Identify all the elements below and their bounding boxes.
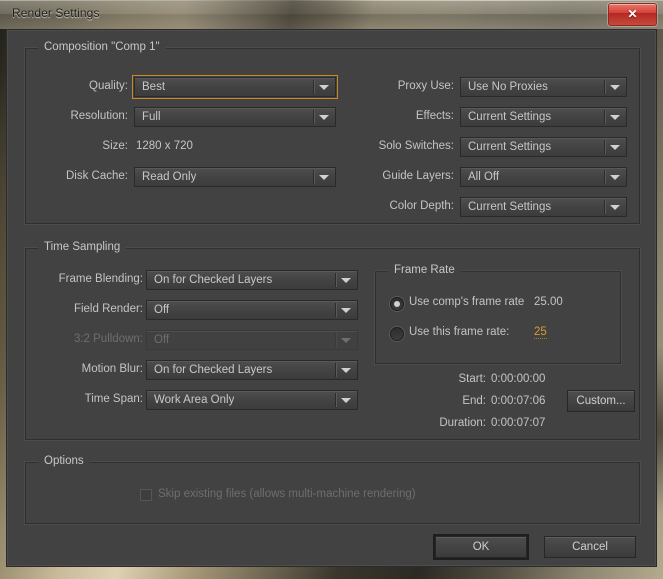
options-group: Options Skip existing files (allows mult…	[25, 455, 640, 524]
ok-button[interactable]: OK	[435, 536, 527, 558]
dropdown-separator	[313, 170, 315, 184]
effects-label: Effects:	[415, 110, 454, 122]
quality-label: Quality:	[89, 80, 128, 92]
motion-blur-dropdown[interactable]: On for Checked Layers	[146, 360, 358, 380]
frame-blending-dropdown[interactable]: On for Checked Layers	[146, 270, 358, 290]
color-depth-label: Color Depth:	[389, 200, 454, 212]
frame-rate-group: Frame Rate Use comp's frame rate 25.00 U…	[375, 264, 621, 364]
options-group-title: Options	[38, 455, 90, 467]
dropdown-separator	[604, 140, 606, 154]
time-sampling-group: Time Sampling Frame Blending: Field Rend…	[25, 241, 640, 440]
size-label: Size:	[102, 140, 128, 152]
pulldown-label: 3:2 Pulldown:	[73, 333, 143, 345]
solo-switches-value: Current Settings	[468, 141, 552, 153]
window-titlebar[interactable]: Render Settings ✕	[0, 0, 663, 29]
chevron-down-icon	[610, 115, 620, 120]
dropdown-separator	[335, 393, 337, 407]
pulldown-value: Off	[154, 334, 170, 346]
color-depth-dropdown[interactable]: Current Settings	[460, 197, 627, 217]
custom-button[interactable]: Custom...	[567, 390, 635, 412]
disk-cache-label: Disk Cache:	[66, 170, 128, 182]
chevron-down-icon	[341, 398, 351, 403]
frame-rate-group-title: Frame Rate	[388, 264, 461, 276]
quality-dropdown[interactable]: Best	[132, 75, 338, 99]
comp-frame-rate-value: 25.00	[534, 296, 563, 308]
chevron-down-icon	[341, 368, 351, 373]
motion-blur-value: On for Checked Layers	[154, 364, 273, 376]
field-render-value: Off	[154, 304, 170, 316]
guide-layers-value: All Off	[468, 171, 500, 183]
window-title: Render Settings	[12, 6, 100, 20]
start-value: 0:00:00:00	[491, 373, 546, 385]
size-value: 1280 x 720	[136, 140, 193, 152]
use-this-frame-rate-label: Use this frame rate:	[409, 326, 510, 338]
use-comp-frame-rate-label: Use comp's frame rate	[409, 296, 525, 308]
time-span-value: Work Area Only	[154, 394, 235, 406]
end-value: 0:00:07:06	[491, 395, 546, 407]
close-button[interactable]: ✕	[608, 3, 657, 26]
use-comp-frame-rate-radio[interactable]	[390, 297, 404, 311]
end-label: End:	[462, 395, 486, 407]
color-depth-value: Current Settings	[468, 201, 552, 213]
chevron-down-icon	[610, 145, 620, 150]
dropdown-separator	[335, 363, 337, 377]
time-span-dropdown[interactable]: Work Area Only	[146, 390, 358, 410]
field-render-dropdown[interactable]: Off	[146, 300, 358, 320]
dropdown-separator	[604, 170, 606, 184]
time-span-label: Time Span:	[84, 393, 143, 405]
use-this-frame-rate-radio[interactable]	[390, 327, 404, 341]
dropdown-separator	[604, 80, 606, 94]
chevron-down-icon	[341, 308, 351, 313]
disk-cache-value: Read Only	[142, 171, 197, 183]
resolution-dropdown[interactable]: Full	[134, 107, 336, 127]
resolution-value: Full	[142, 111, 161, 123]
guide-layers-dropdown[interactable]: All Off	[460, 167, 627, 187]
disk-cache-dropdown[interactable]: Read Only	[134, 167, 336, 187]
frame-blending-value: On for Checked Layers	[154, 274, 273, 286]
proxy-use-dropdown[interactable]: Use No Proxies	[460, 77, 627, 97]
motion-blur-label: Motion Blur:	[81, 363, 143, 375]
dropdown-separator	[604, 110, 606, 124]
dropdown-separator	[335, 273, 337, 287]
chevron-down-icon	[610, 85, 620, 90]
dropdown-separator	[313, 110, 315, 124]
effects-dropdown[interactable]: Current Settings	[460, 107, 627, 127]
dialog-client-area: Composition "Comp 1" Quality: Resolution…	[6, 29, 657, 567]
effects-value: Current Settings	[468, 111, 552, 123]
dropdown-separator	[604, 200, 606, 214]
render-settings-window: Render Settings ✕ Composition "Comp 1" Q…	[0, 0, 663, 573]
dropdown-separator	[335, 303, 337, 317]
solo-switches-label: Solo Switches:	[378, 140, 454, 152]
guide-layers-label: Guide Layers:	[382, 170, 454, 182]
chevron-down-icon	[341, 278, 351, 283]
proxy-use-label: Proxy Use:	[397, 80, 454, 92]
time-sampling-group-title: Time Sampling	[38, 241, 127, 253]
this-frame-rate-input[interactable]: 25	[534, 326, 547, 339]
composition-group-title: Composition "Comp 1"	[38, 41, 166, 53]
quality-value: Best	[142, 81, 166, 93]
chevron-down-icon	[610, 175, 620, 180]
chevron-down-icon	[610, 205, 620, 210]
proxy-use-value: Use No Proxies	[468, 81, 548, 93]
dropdown-separator	[335, 333, 337, 347]
dropdown-separator	[313, 80, 315, 94]
composition-group: Composition "Comp 1" Quality: Resolution…	[25, 41, 640, 224]
frame-blending-label: Frame Blending:	[58, 273, 143, 285]
duration-value: 0:00:07:07	[491, 417, 546, 429]
start-label: Start:	[458, 373, 486, 385]
skip-existing-files-label: Skip existing files (allows multi-machin…	[158, 488, 416, 500]
field-render-label: Field Render:	[73, 303, 143, 315]
cancel-button[interactable]: Cancel	[544, 536, 636, 558]
chevron-down-icon	[341, 338, 351, 343]
solo-switches-dropdown[interactable]: Current Settings	[460, 137, 627, 157]
resolution-label: Resolution:	[70, 110, 128, 122]
skip-existing-files-checkbox	[140, 489, 152, 501]
close-icon: ✕	[627, 7, 638, 21]
duration-label: Duration:	[439, 417, 486, 429]
pulldown-dropdown: Off	[146, 330, 358, 350]
